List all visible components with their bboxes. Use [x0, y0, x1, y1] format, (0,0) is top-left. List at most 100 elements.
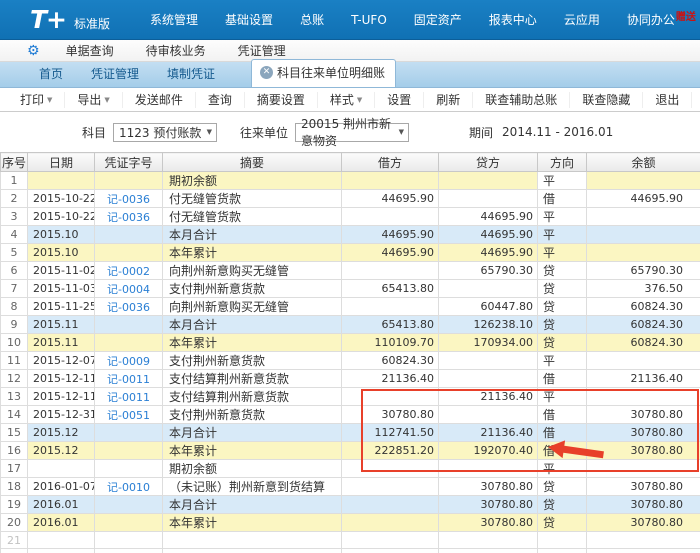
voucher-link[interactable]: 记-0051: [107, 409, 150, 422]
top-menu-item-7[interactable]: 云应用: [564, 11, 600, 28]
top-menu-item-3[interactable]: 总账: [300, 11, 324, 28]
secondary-menu-item-2[interactable]: 待审核业务: [146, 42, 206, 59]
cell-direction: 借: [538, 406, 587, 424]
tab-4[interactable]: ✕科目往来单位明细账: [251, 59, 396, 87]
toolbar-button-3[interactable]: 发送邮件: [123, 92, 196, 108]
top-menu-item-5[interactable]: 固定资产: [414, 11, 462, 28]
table-row[interactable]: 82015-11-25记-0036向荆州新意购买无缝管60447.80贷6082…: [1, 298, 700, 316]
cell-date: 2015-10-22: [28, 190, 95, 208]
secondary-menu-item-3[interactable]: 凭证管理: [238, 42, 286, 59]
cell-date: 2015-12-11: [28, 388, 95, 406]
table-row[interactable]: 62015-11-02记-0002向荆州新意购买无缝管65790.30贷6579…: [1, 262, 700, 280]
toolbar-button-8[interactable]: 刷新: [424, 92, 473, 108]
table-row[interactable]: 92015.11本月合计65413.80126238.10贷60824.30: [1, 316, 700, 334]
table-row[interactable]: 21: [1, 532, 700, 549]
tab-1[interactable]: 首页: [25, 61, 77, 87]
table-row[interactable]: 17期初余额平: [1, 460, 700, 478]
table-row[interactable]: 102015.11本年累计110109.70170934.00贷60824.30: [1, 334, 700, 352]
cell-date: 2016-01-07: [28, 478, 95, 496]
table-row[interactable]: 182016-01-07记-0010（未记账）荆州新意到货结算30780.80贷…: [1, 478, 700, 496]
column-header-1: 序号: [1, 153, 28, 172]
cell-direction: 贷: [538, 514, 587, 532]
table-row[interactable]: 1期初余额平: [1, 172, 700, 190]
toolbar-button-label: 查询: [208, 91, 232, 108]
table-row[interactable]: 22: [1, 549, 700, 553]
top-menu-item-6[interactable]: 报表中心: [489, 11, 537, 28]
secondary-menu-item-1[interactable]: 单据查询: [66, 42, 114, 59]
column-header-3: 凭证字号: [95, 153, 163, 172]
close-tab-icon[interactable]: ✕: [260, 66, 273, 79]
table-row[interactable]: 202016.01本年累计30780.80贷30780.80: [1, 514, 700, 532]
table-row[interactable]: 152015.12本月合计112741.5021136.40借30780.80: [1, 424, 700, 442]
voucher-link[interactable]: 记-0036: [107, 211, 150, 224]
table-row[interactable]: 72015-11-03记-0004支付荆州新意货款65413.80贷376.50: [1, 280, 700, 298]
top-menu-item-1[interactable]: 系统管理: [150, 11, 198, 28]
cell-debit: 44695.90: [342, 226, 439, 244]
partner-combo[interactable]: 20015 荆州市新意物资 ▼: [295, 123, 409, 142]
cell-date: 2015.11: [28, 316, 95, 334]
subject-combo[interactable]: 1123 预付账款 ▼: [113, 123, 217, 142]
table-row[interactable]: 112015-12-07记-0009支付荆州新意货款60824.30平: [1, 352, 700, 370]
cell-balance: [587, 388, 700, 406]
top-menu-item-4[interactable]: T-UFO: [351, 13, 387, 27]
tab-2[interactable]: 凭证管理: [77, 61, 153, 87]
table-row[interactable]: 132015-12-11记-0011支付结算荆州新意货款21136.40平: [1, 388, 700, 406]
top-menu-item-2[interactable]: 基础设置: [225, 11, 273, 28]
table-row[interactable]: 32015-10-22记-0036付无缝管货款44695.90平: [1, 208, 700, 226]
toolbar-button-4[interactable]: 查询: [196, 92, 245, 108]
cell-voucher: 记-0010: [95, 478, 163, 496]
toolbar-button-1[interactable]: 打印▼: [8, 92, 65, 108]
gear-icon[interactable]: ⚙: [27, 44, 40, 58]
tab-bar: 首页凭证管理填制凭证 ✕科目往来单位明细账: [0, 62, 700, 88]
voucher-link[interactable]: 记-0009: [107, 355, 150, 368]
cell-credit: [439, 190, 538, 208]
voucher-link[interactable]: 记-0011: [107, 373, 150, 386]
toolbar-button-2[interactable]: 导出▼: [65, 92, 122, 108]
chevron-down-icon: ▼: [357, 96, 362, 104]
voucher-link[interactable]: 记-0036: [107, 301, 150, 314]
voucher-link[interactable]: 记-0011: [107, 391, 150, 404]
cell-date: 2015-11-02: [28, 262, 95, 280]
cell-seq: 3: [1, 208, 28, 226]
cell-seq: 9: [1, 316, 28, 334]
cell-balance: [587, 226, 700, 244]
toolbar-button-6[interactable]: 样式▼: [318, 92, 375, 108]
cell-credit: 65790.30: [439, 262, 538, 280]
column-header-4: 摘要: [163, 153, 342, 172]
period-label: 期间: [469, 124, 493, 141]
cell-balance: 30780.80: [587, 478, 700, 496]
cell-credit: 30780.80: [439, 496, 538, 514]
top-menu-item-8[interactable]: 协同办公赠送: [627, 11, 696, 28]
cell-direction: [538, 532, 587, 549]
toolbar-button-9[interactable]: 联查辅助总账: [473, 92, 570, 108]
toolbar-button-11[interactable]: 退出: [643, 92, 692, 108]
cell-debit: [342, 298, 439, 316]
toolbar-button-7[interactable]: 设置: [375, 92, 424, 108]
table-row[interactable]: 142015-12-31记-0051支付荆州新意货款30780.80借30780…: [1, 406, 700, 424]
secondary-menu: 单据查询 待审核业务 凭证管理: [66, 42, 286, 59]
table-row[interactable]: 42015.10本月合计44695.9044695.90平: [1, 226, 700, 244]
table-row[interactable]: 122015-12-11记-0011支付结算荆州新意货款21136.40借211…: [1, 370, 700, 388]
voucher-link[interactable]: 记-0010: [107, 481, 150, 494]
voucher-link[interactable]: 记-0004: [107, 283, 150, 296]
cell-balance: 44695.90: [587, 190, 700, 208]
table-row[interactable]: 192016.01本月合计30780.80贷30780.80: [1, 496, 700, 514]
cell-voucher: [95, 549, 163, 553]
top-bar: T+ 标准版 系统管理基础设置总账T-UFO固定资产报表中心云应用协同办公赠送: [0, 0, 700, 40]
table-row[interactable]: 52015.10本年累计44695.9044695.90平: [1, 244, 700, 262]
voucher-link[interactable]: 记-0002: [107, 265, 150, 278]
toolbar-button-5[interactable]: 摘要设置: [245, 92, 318, 108]
tab-3[interactable]: 填制凭证: [153, 61, 229, 87]
cell-summary: 本月合计: [163, 496, 342, 514]
voucher-link[interactable]: 记-0036: [107, 193, 150, 206]
cell-summary: 支付荆州新意货款: [163, 280, 342, 298]
cell-summary: 本年累计: [163, 334, 342, 352]
cell-voucher: 记-0002: [95, 262, 163, 280]
cell-credit: 44695.90: [439, 226, 538, 244]
table-row[interactable]: 22015-10-22记-0036付无缝管货款44695.90借44695.90: [1, 190, 700, 208]
table-row[interactable]: 162015.12本年累计222851.20192070.40借30780.80: [1, 442, 700, 460]
cell-seq: 19: [1, 496, 28, 514]
toolbar-button-label: 联查辅助总账: [485, 91, 557, 108]
edition-label: 标准版: [74, 15, 110, 32]
toolbar-button-10[interactable]: 联查隐藏: [570, 92, 643, 108]
